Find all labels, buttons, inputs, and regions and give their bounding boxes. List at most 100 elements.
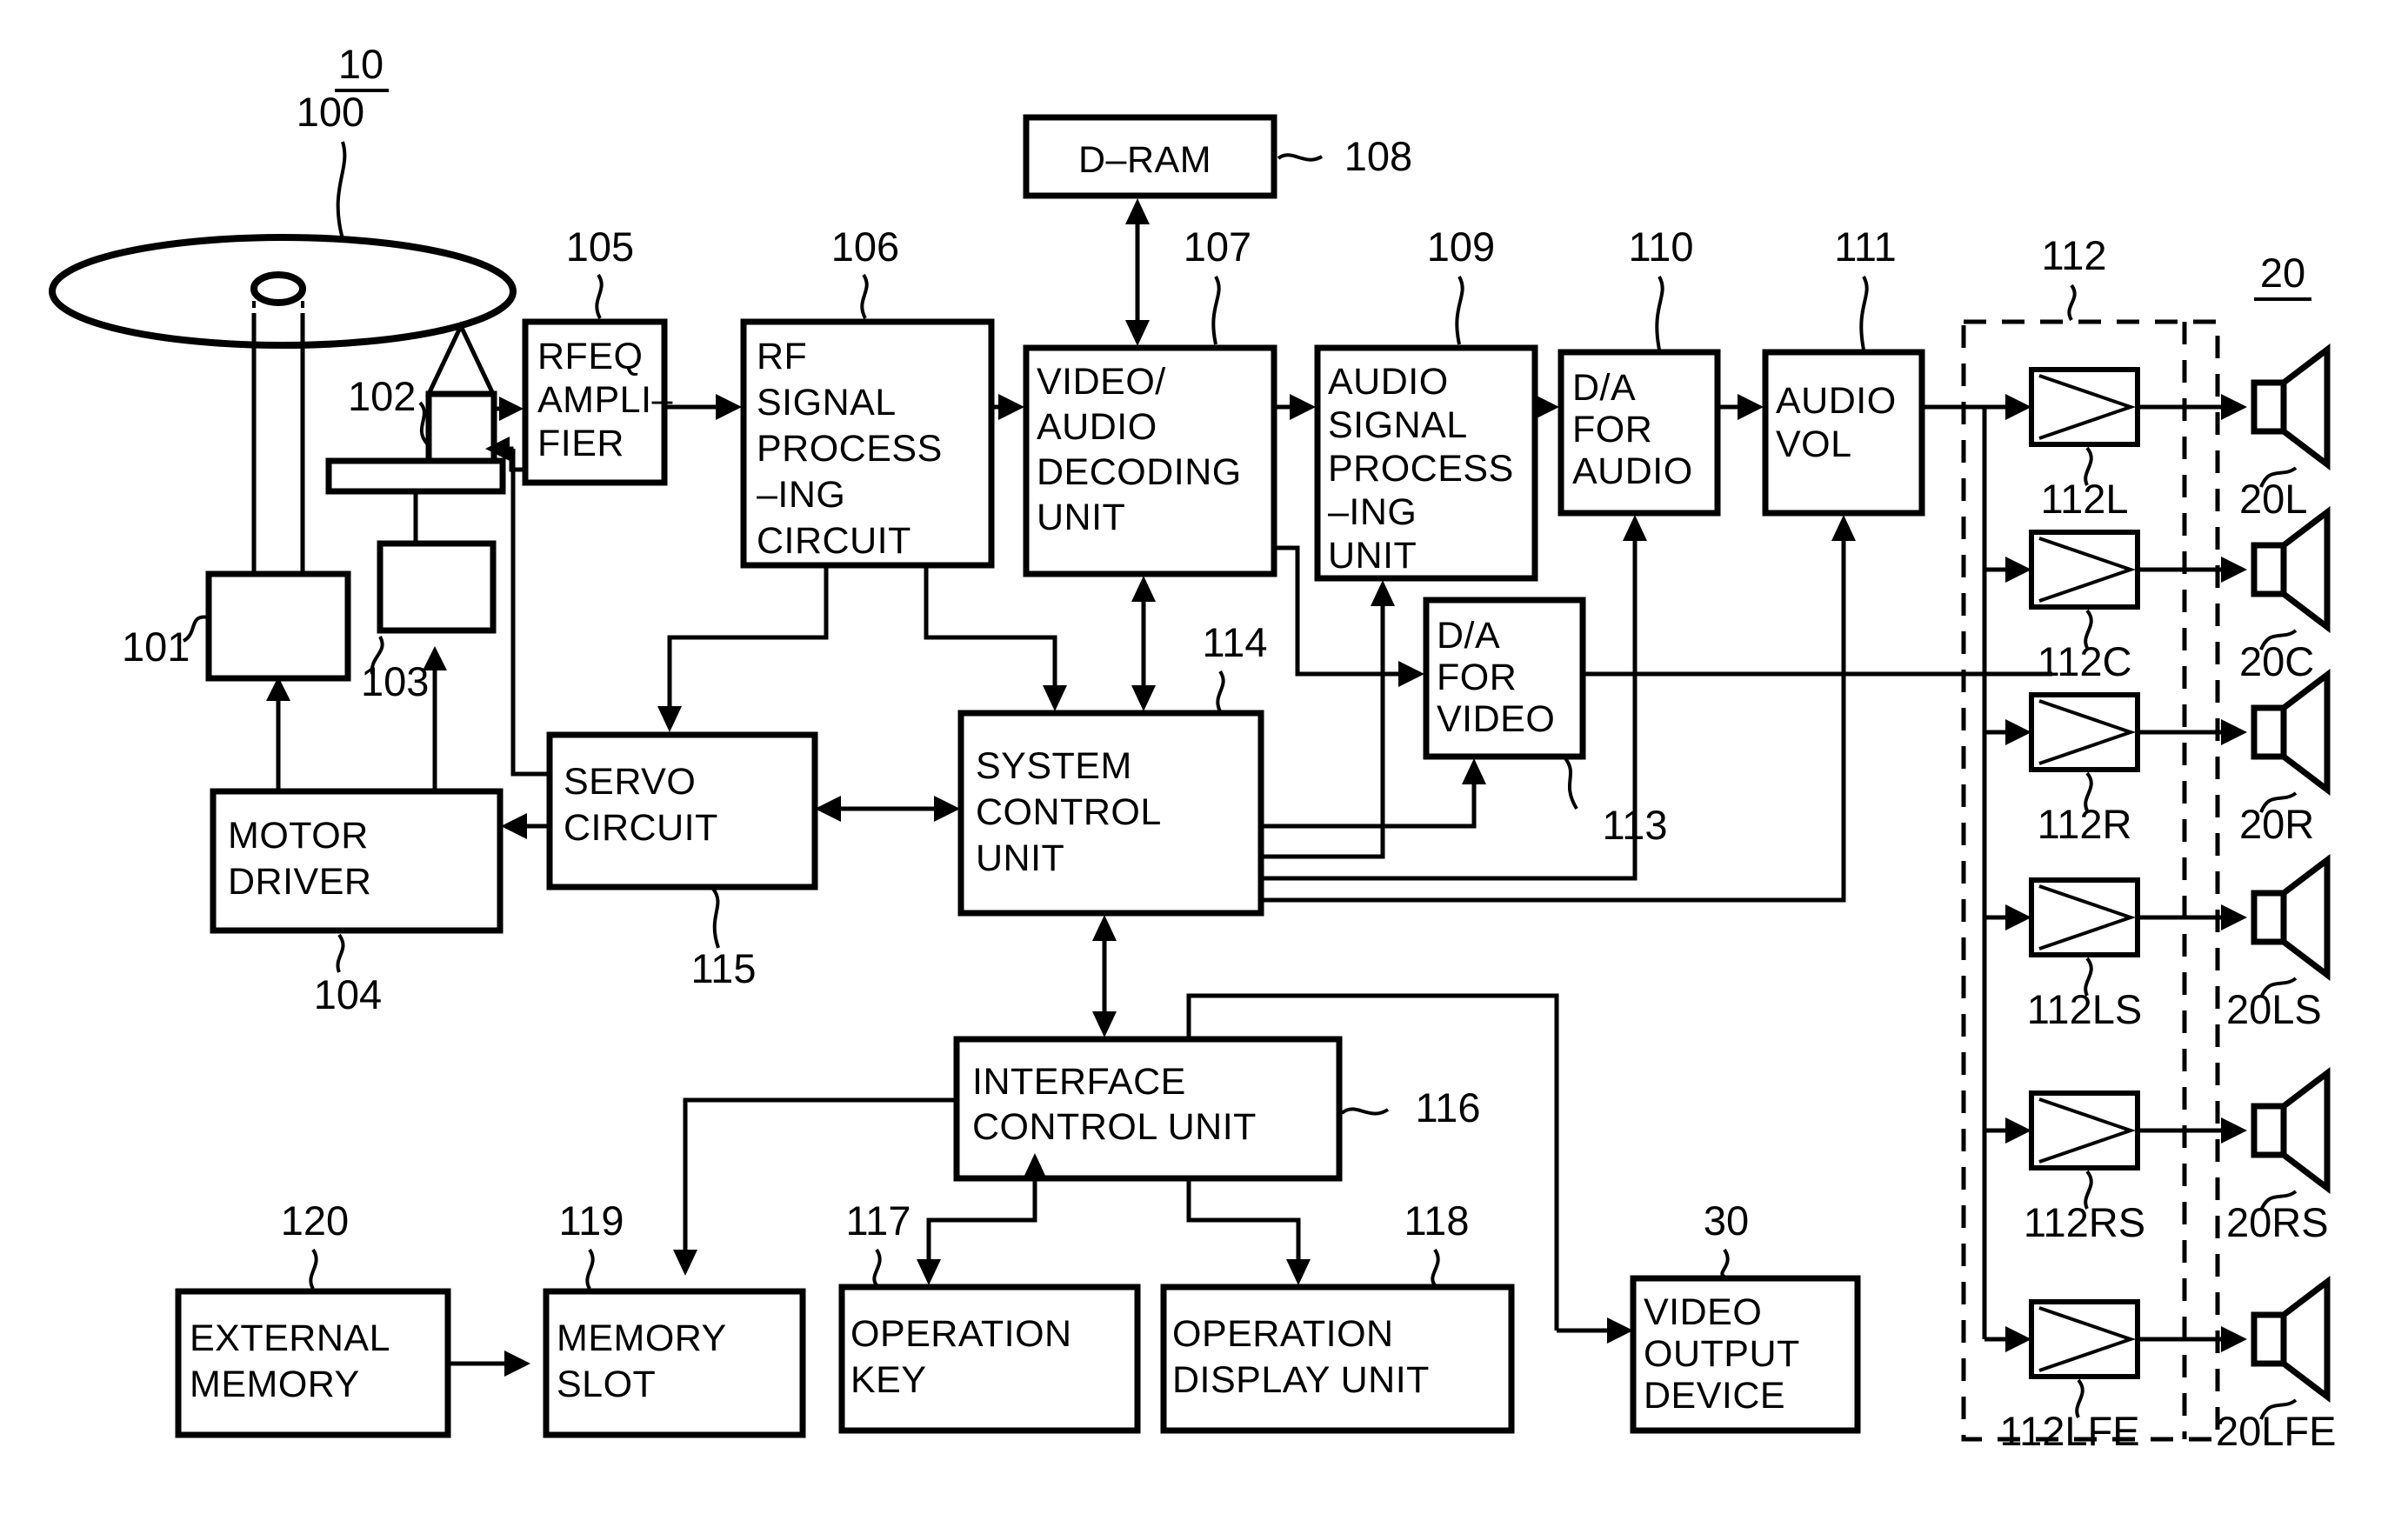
speaker-ref-1: 20C [2239, 638, 2314, 684]
amplifier-speaker-group: 112 20 112L 20L 112C 20C 112R 20R 112LS … [1922, 232, 2336, 1454]
rfeq-amplifier-label-1: AMPLI– [537, 379, 673, 421]
extmem-label-1: MEMORY [190, 1364, 360, 1405]
amp-channel-row-1: 112C 20C [1984, 505, 2331, 684]
asp-label-3: –ING [1328, 491, 1417, 533]
memslot-label-1: SLOT [557, 1364, 656, 1405]
vod-label-0: VIDEO [1644, 1291, 1762, 1333]
opdisp-label-1: DISPLAY UNIT [1172, 1359, 1430, 1401]
optical-disc-assembly: 100 [49, 89, 517, 591]
video-audio-decoding-block: VIDEO/ AUDIO DECODING UNIT 107 [991, 198, 1277, 577]
rfeq-amplifier-block: RFEQ AMPLI– FIER 105 [485, 223, 673, 486]
amp-group-ref-label: 112 [2042, 232, 2107, 278]
speaker-ref-2: 20R [2239, 801, 2314, 847]
amp-channel-row-5: 112LFE 20LFE [1984, 1275, 2336, 1454]
dav-label-0: D/A [1437, 615, 1500, 657]
rfsp-label-2: PROCESS [757, 428, 943, 470]
vad-label-3: UNIT [1037, 497, 1125, 538]
daa-ref-label: 110 [1629, 223, 1694, 270]
rfeq-amplifier-ref-label: 105 [566, 223, 634, 270]
memory-slot-block: MEMORY SLOT 119 [448, 1197, 806, 1438]
rfsp-label-0: RF [757, 336, 807, 377]
vad-label-0: VIDEO/ [1037, 361, 1166, 403]
dav-label-1: FOR [1437, 657, 1517, 698]
avol-label-1: VOL [1776, 424, 1852, 465]
system-ref-10-label: 10 [338, 41, 384, 87]
avol-ref-label: 111 [1834, 223, 1896, 270]
memslot-label-0: MEMORY [557, 1317, 727, 1359]
speaker-ref-5: 20LFE [2216, 1408, 2336, 1454]
vad-label-1: AUDIO [1037, 406, 1157, 448]
rf-signal-processing-block: RF SIGNAL PROCESS –ING CIRCUIT 106 [664, 223, 995, 569]
asp-label-2: PROCESS [1328, 448, 1514, 490]
sled-motor-block: 103 [361, 540, 497, 704]
asp-label-0: AUDIO [1328, 361, 1449, 403]
patent-figure-block-diagram: 10 100 102 101 103 MOTOR DRIVER 104 RFEQ… [0, 0, 2408, 1534]
audio-vol-block: AUDIO VOL 111 [1718, 223, 1925, 517]
memslot-ref-label: 119 [559, 1197, 624, 1244]
opkey-ref-label: 117 [846, 1197, 911, 1244]
servo-label-1: CIRCUIT [564, 807, 718, 849]
da-for-audio-block: D/A FOR AUDIO 110 [1533, 223, 1721, 517]
vod-label-1: OUTPUT [1644, 1333, 1800, 1375]
rfsp-label-4: CIRCUIT [757, 520, 911, 562]
optical-disc-ref-label: 100 [297, 89, 364, 135]
speaker-ref-4: 20RS [2226, 1199, 2329, 1245]
servo-ref-label: 115 [691, 945, 757, 991]
asp-label-4: UNIT [1328, 535, 1417, 577]
vad-label-2: DECODING [1037, 451, 1242, 493]
rfeq-amplifier-label-0: RFEQ [537, 336, 643, 377]
vod-ref-label: 30 [1704, 1197, 1749, 1244]
scu-ref-label: 114 [1203, 619, 1268, 665]
amp-channel-row-0: 112L 20L [1984, 343, 2331, 522]
vod-label-2: DEVICE [1644, 1375, 1785, 1417]
operation-display-unit-block: OPERATION DISPLAY UNIT 118 [1160, 1197, 1515, 1434]
opkey-label-0: OPERATION [850, 1313, 1072, 1355]
icu-label-1: CONTROL UNIT [972, 1106, 1257, 1148]
rfsp-ref-label: 106 [831, 223, 899, 270]
spindle-motor-ref-label: 101 [122, 624, 190, 670]
optical-pickup-assembly: 102 [325, 321, 506, 544]
vad-ref-label: 107 [1184, 223, 1251, 270]
external-memory-block: EXTERNAL MEMORY 120 [175, 1197, 451, 1438]
daa-label-1: FOR [1572, 409, 1652, 450]
dram-label: D–RAM [1078, 139, 1211, 181]
block-diagram-canvas: 10 100 102 101 103 MOTOR DRIVER 104 RFEQ… [49, 41, 2336, 1454]
opdisp-label-0: OPERATION [1172, 1313, 1394, 1355]
scu-label-2: UNIT [976, 837, 1064, 879]
motor-driver-label-1: DRIVER [228, 861, 371, 903]
asp-label-1: SIGNAL [1328, 404, 1468, 446]
opkey-label-1: KEY [850, 1359, 927, 1401]
speaker-ref-3: 20LS [2226, 986, 2322, 1032]
system-ref-10: 10 [335, 41, 389, 92]
motor-driver-label-0: MOTOR [228, 815, 369, 857]
amp-ref-5: 112LFE [1999, 1408, 2139, 1454]
icu-label-0: INTERFACE [972, 1061, 1186, 1103]
opdisp-ref-label: 118 [1404, 1197, 1470, 1244]
amp-channel-row-3: 112LS 20LS [1984, 853, 2331, 1032]
audio-signal-processing-block: AUDIO SIGNAL PROCESS –ING UNIT 109 [1274, 223, 1538, 582]
scu-label-1: CONTROL [976, 791, 1162, 833]
operation-key-block: OPERATION KEY 117 [838, 1197, 1141, 1434]
amp-channel-row-2: 112R 20R [1984, 668, 2331, 847]
rfeq-amplifier-label-2: FIER [537, 423, 624, 464]
extmem-label-0: EXTERNAL [190, 1317, 390, 1359]
motor-driver-block: MOTOR DRIVER 104 [210, 646, 504, 1017]
speaker-group-ref-20: 20 [2254, 250, 2311, 301]
speaker-group-ref-label: 20 [2260, 250, 2305, 296]
extmem-ref-label: 120 [281, 1197, 349, 1244]
dav-label-2: VIDEO [1437, 698, 1555, 740]
servo-label-0: SERVO [564, 761, 696, 803]
daa-label-0: D/A [1572, 367, 1636, 409]
video-output-device-block: VIDEO OUTPUT DEVICE 30 [1583, 671, 2052, 1434]
optical-pickup-ref-label: 102 [348, 373, 416, 419]
asp-ref-label: 109 [1427, 223, 1495, 270]
rfsp-label-3: –ING [757, 474, 845, 516]
icu-ref-label: 116 [1416, 1084, 1481, 1130]
amp-channel-row-4: 112RS 20RS [1984, 1066, 2331, 1245]
rfsp-label-1: SIGNAL [757, 382, 897, 424]
daa-label-2: AUDIO [1572, 450, 1693, 492]
scu-label-0: SYSTEM [976, 745, 1132, 787]
interface-control-unit-block: INTERFACE CONTROL UNIT 116 [673, 915, 1633, 1344]
dram-block: D–RAM 108 [1023, 114, 1412, 199]
dram-ref-label: 108 [1344, 133, 1412, 179]
